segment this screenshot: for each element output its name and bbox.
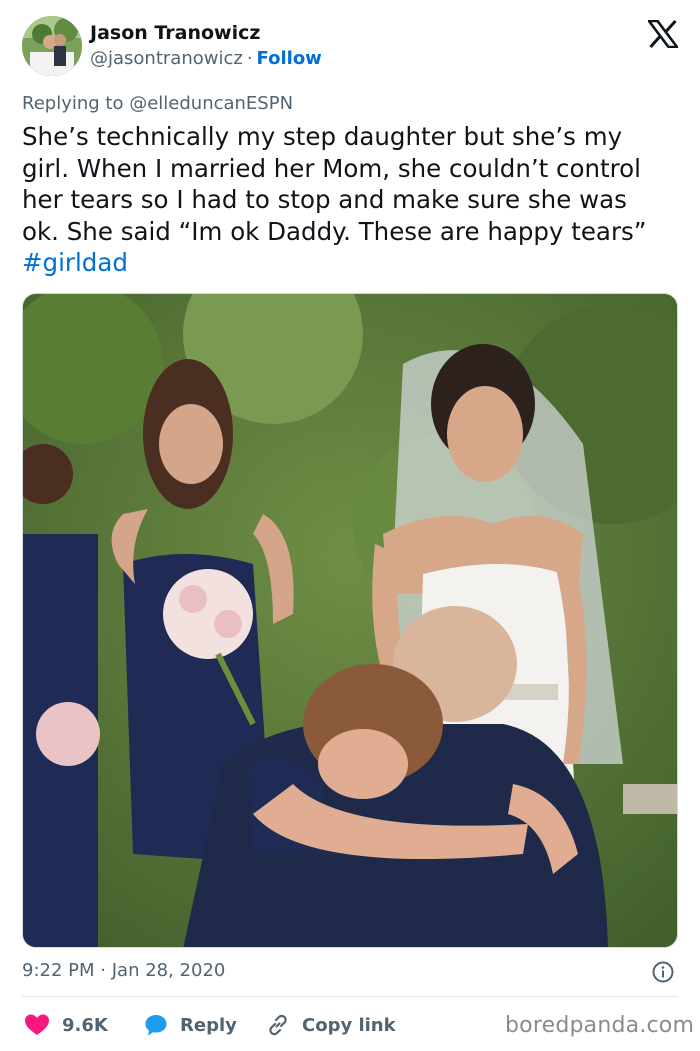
author-handle[interactable]: @jasontranowicz bbox=[90, 48, 243, 69]
hashtag-link[interactable]: #girldad bbox=[22, 247, 682, 279]
watermark: boredpanda.com bbox=[505, 1013, 695, 1038]
copy-link-label: Copy link bbox=[302, 1014, 396, 1036]
tweet-text: She’s technically my step daughter but s… bbox=[22, 121, 682, 279]
copy-link-button[interactable]: Copy link bbox=[266, 1012, 396, 1038]
tweet-line: ok. She said “Im ok Daddy. These are hap… bbox=[22, 216, 647, 246]
tweet-card: Jason Tranowicz @jasontranowicz · Follow R… bbox=[0, 0, 700, 1051]
link-icon bbox=[269, 1014, 287, 1036]
reply-label: Reply bbox=[180, 1014, 237, 1036]
separator: · bbox=[246, 48, 253, 69]
replying-to-prefix: Replying to bbox=[22, 93, 130, 114]
tweet-line: girl. When I married her Mom, she couldn… bbox=[22, 153, 641, 183]
separator: · bbox=[100, 960, 106, 981]
speech-bubble-icon bbox=[145, 1015, 167, 1036]
author-name[interactable]: Jason Tranowicz bbox=[90, 22, 260, 44]
tweet-time: 9:22 PM bbox=[22, 960, 95, 981]
follow-button[interactable]: Follow bbox=[257, 48, 322, 69]
replying-to: Replying to @elleduncanESPN bbox=[22, 93, 293, 114]
tweet-line: her tears so I had to stop and make sure… bbox=[22, 185, 627, 214]
tweet-date: Jan 28, 2020 bbox=[111, 960, 226, 981]
divider bbox=[22, 996, 678, 997]
replying-to-handle[interactable]: @elleduncanESPN bbox=[129, 93, 293, 114]
tweet-photo[interactable] bbox=[22, 293, 678, 948]
tweet-timestamp[interactable]: 9:22 PM · Jan 28, 2020 bbox=[22, 960, 225, 981]
heart-icon bbox=[25, 1014, 49, 1035]
like-count: 9.6K bbox=[62, 1014, 108, 1036]
author-handle-row: @jasontranowicz · Follow bbox=[90, 48, 322, 69]
like-button[interactable]: 9.6K bbox=[24, 1012, 108, 1038]
info-icon[interactable] bbox=[651, 960, 675, 984]
author-avatar[interactable] bbox=[22, 16, 82, 76]
x-logo-icon[interactable] bbox=[648, 20, 678, 48]
tweet-line: She’s technically my step daughter but s… bbox=[22, 122, 623, 151]
reply-button[interactable]: Reply bbox=[144, 1012, 237, 1038]
